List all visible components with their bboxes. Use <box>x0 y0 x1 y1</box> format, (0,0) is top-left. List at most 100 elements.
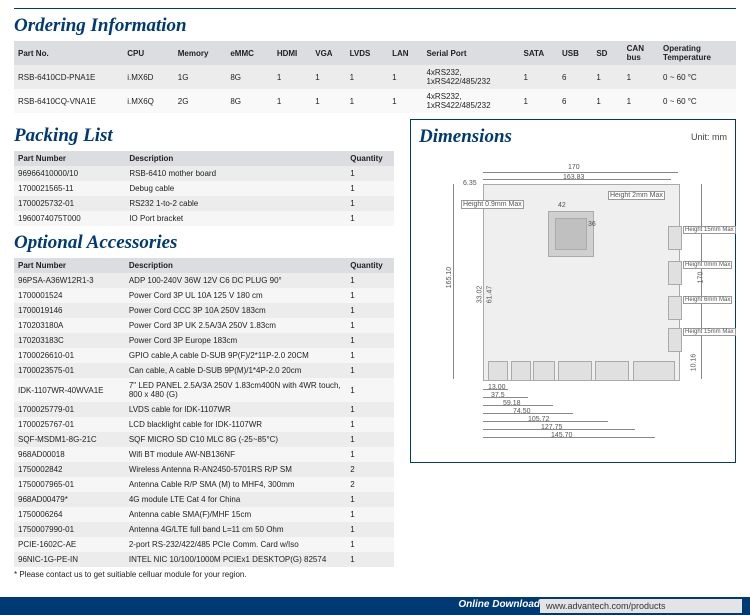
cell: RSB-6410CQ-VNA1E <box>14 89 123 113</box>
cell: GPIO cable,A cable D-SUB 9P(F)/2*11P-2.0… <box>125 348 346 363</box>
cell: Power Cord 3P Europe 183cm <box>125 333 346 348</box>
cell: SQF MICRO SD C10 MLC 8G (-25~85°C) <box>125 432 346 447</box>
col-header: Part Number <box>14 258 125 273</box>
table-row: 968AD00479*4G module LTE Cat 4 for China… <box>14 492 394 507</box>
cell: 8G <box>226 65 273 89</box>
cell: 1700023575-01 <box>14 363 125 378</box>
dimensions-unit: Unit: mm <box>691 132 727 142</box>
footer-bar: Online Download www.advantech.com/produc… <box>0 597 750 615</box>
footer-url: www.advantech.com/products <box>540 599 742 613</box>
cell: 1 <box>346 402 394 417</box>
cell: Wifi BT module AW-NB136NF <box>125 447 346 462</box>
cell: 96966410000/10 <box>14 166 125 181</box>
cell: 1700019146 <box>14 303 125 318</box>
table-row: 1700021565-11Debug cable1 <box>14 181 394 196</box>
cell: Power Cord 3P UL 10A 125 V 180 cm <box>125 288 346 303</box>
col-header: Operating Temperature <box>659 41 736 65</box>
col-header: Memory <box>174 41 227 65</box>
col-header: HDMI <box>273 41 311 65</box>
col-header: LVDS <box>346 41 388 65</box>
cell: 1700026610-01 <box>14 348 125 363</box>
cell: 1 <box>273 89 311 113</box>
cell: 7" LED PANEL 2.5A/3A 250V 1.83cm400N wit… <box>125 378 346 402</box>
col-header: SATA <box>520 41 558 65</box>
cell: 1 <box>346 196 394 211</box>
cell: 6 <box>558 89 592 113</box>
table-row: 1750006264Antenna cable SMA(F)/MHF 15cm1 <box>14 507 394 522</box>
cell: 1 <box>346 417 394 432</box>
col-header: VGA <box>311 41 345 65</box>
cell: Power Cord CCC 3P 10A 250V 183cm <box>125 303 346 318</box>
cell: 1 <box>346 492 394 507</box>
optional-note: * Please contact us to get suitiable cel… <box>14 570 394 579</box>
table-row: SQF-MSDM1-8G-21CSQF MICRO SD C10 MLC 8G … <box>14 432 394 447</box>
cell: 1 <box>346 333 394 348</box>
cell: 1 <box>388 65 422 89</box>
cell: 96PSA-A36W12R1-3 <box>14 273 125 288</box>
dimensions-heading: Dimensions <box>419 126 512 147</box>
cell: 1750002842 <box>14 462 125 477</box>
cell: IDK-1107WR-40WVA1E <box>14 378 125 402</box>
cell: 4xRS232, 1xRS422/485/232 <box>422 65 519 89</box>
cell: 1 <box>346 522 394 537</box>
cell: INTEL NIC 10/100/1000M PCIEx1 DESKTOP(G)… <box>125 552 346 567</box>
cell: 1 <box>520 89 558 113</box>
cell: 1 <box>346 378 394 402</box>
col-header: eMMC <box>226 41 273 65</box>
cell: 1750006264 <box>14 507 125 522</box>
cell: 4xRS232, 1xRS422/485/232 <box>422 89 519 113</box>
table-row: 96966410000/10RSB-6410 mother board1 <box>14 166 394 181</box>
cell: 968AD00018 <box>14 447 125 462</box>
cell: PCIE-1602C-AE <box>14 537 125 552</box>
cell: 1 <box>311 89 345 113</box>
col-header: Part Number <box>14 151 125 166</box>
col-header: SD <box>592 41 622 65</box>
table-row: 1700025779-01LVDS cable for IDK-1107WR1 <box>14 402 394 417</box>
col-header: LAN <box>388 41 422 65</box>
cell: 0 ~ 60 °C <box>659 65 736 89</box>
cell: 1 <box>346 363 394 378</box>
cell: 96NIC-1G-PE-IN <box>14 552 125 567</box>
cell: Antenna 4G/LTE full band L=11 cm 50 Ohm <box>125 522 346 537</box>
cell: LVDS cable for IDK-1107WR <box>125 402 346 417</box>
table-row: 96NIC-1G-PE-ININTEL NIC 10/100/1000M PCI… <box>14 552 394 567</box>
table-row: RSB-6410CD-PNA1Ei.MX6D1G8G11114xRS232, 1… <box>14 65 736 89</box>
cell: 1 <box>592 65 622 89</box>
cell: 2G <box>174 89 227 113</box>
col-header: USB <box>558 41 592 65</box>
cell: 1 <box>346 537 394 552</box>
cell: 1 <box>346 303 394 318</box>
cell: 1 <box>388 89 422 113</box>
cell: LCD blacklight cable for IDK-1107WR <box>125 417 346 432</box>
packing-table: Part NumberDescriptionQuantity 969664100… <box>14 151 394 226</box>
cell: 1700021565-11 <box>14 181 125 196</box>
cell: Can cable, A cable D-SUB 9P(M)/1*4P-2.0 … <box>125 363 346 378</box>
cell: 1 <box>273 65 311 89</box>
cell: 1 <box>346 273 394 288</box>
table-row: 1700019146Power Cord CCC 3P 10A 250V 183… <box>14 303 394 318</box>
col-header: Description <box>125 258 346 273</box>
footer-label: Online Download <box>458 599 540 610</box>
cell: 8G <box>226 89 273 113</box>
cell: 1 <box>623 65 659 89</box>
col-header: CAN bus <box>623 41 659 65</box>
table-row: 1960074075T000IO Port bracket1 <box>14 211 394 226</box>
cell: 4G module LTE Cat 4 for China <box>125 492 346 507</box>
cell: Debug cable <box>125 181 346 196</box>
cell: SQF-MSDM1-8G-21C <box>14 432 125 447</box>
table-row: 170203183CPower Cord 3P Europe 183cm1 <box>14 333 394 348</box>
table-row: 1700001524Power Cord 3P UL 10A 125 V 180… <box>14 288 394 303</box>
cell: 1 <box>346 552 394 567</box>
cell: 1 <box>346 166 394 181</box>
cell: 1700025767-01 <box>14 417 125 432</box>
cell: 2 <box>346 477 394 492</box>
cell: Antenna cable SMA(F)/MHF 15cm <box>125 507 346 522</box>
cell: 1 <box>311 65 345 89</box>
table-row: 96PSA-A36W12R1-3ADP 100-240V 36W 12V C6 … <box>14 273 394 288</box>
cell: 1960074075T000 <box>14 211 125 226</box>
cell: RSB-6410CD-PNA1E <box>14 65 123 89</box>
col-header: Serial Port <box>422 41 519 65</box>
table-row: 1700025732-01RS232 1-to-2 cable1 <box>14 196 394 211</box>
cell: 1 <box>346 288 394 303</box>
cell: 1 <box>520 65 558 89</box>
